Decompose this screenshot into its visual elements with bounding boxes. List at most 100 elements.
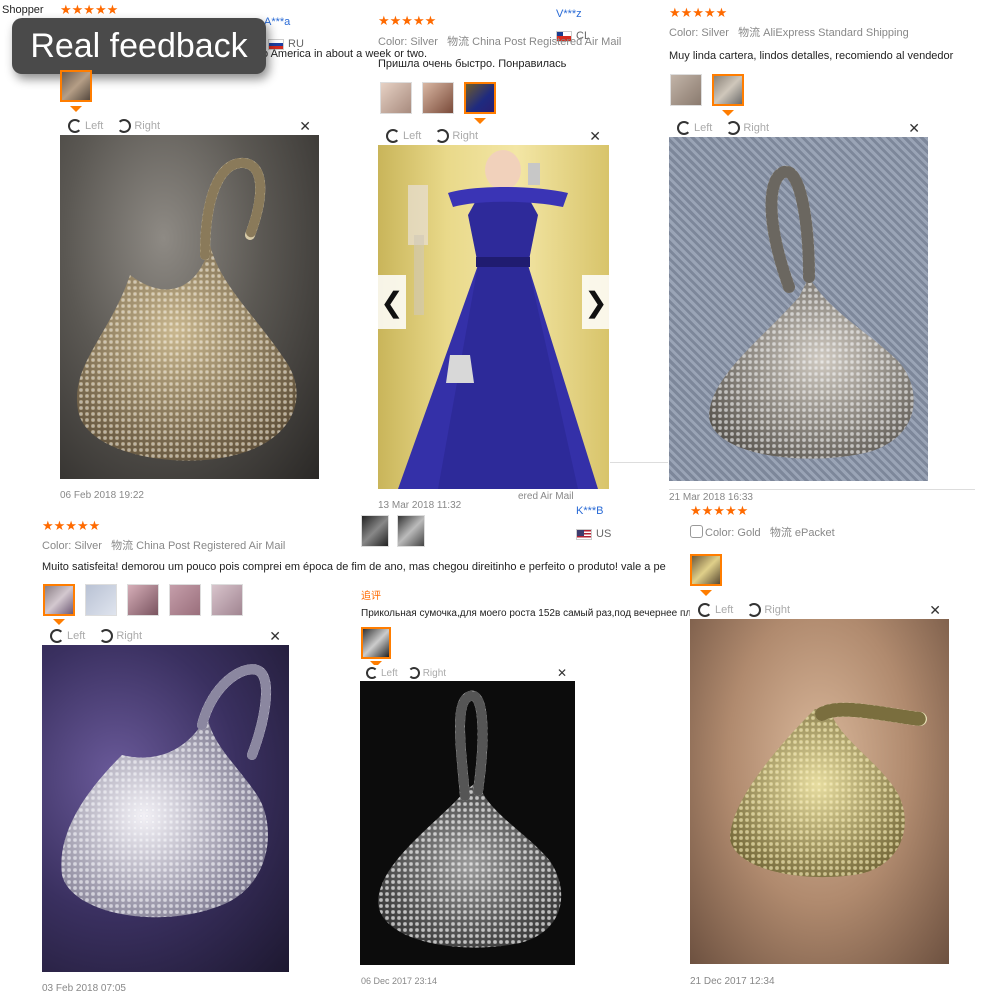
rotate-left-label[interactable]: Left [67,630,85,642]
review-meta: Color: Silver 物流 China Post Registered A… [42,540,286,552]
review-thumbnail[interactable] [361,627,391,659]
rotate-right-label[interactable]: Right [423,668,446,679]
bag-image [61,664,272,918]
rotate-right-icon[interactable] [99,629,114,643]
thumbnail-caret [474,118,486,124]
review-meta: Color: Silver 物流 China Post Registered A… [378,36,622,48]
rating-stars: ★★★★★ [42,518,101,533]
thumbnail-caret [722,110,734,116]
rotate-left-label[interactable]: Left [381,668,398,679]
rating-stars: ★★★★★ [690,503,749,518]
review-thumbnail[interactable] [670,74,702,106]
rotate-left-label[interactable]: Left [715,604,733,616]
photo-viewer: Left Right ✕ ❮ ❯ [378,127,610,489]
bag-image [709,165,914,459]
review-thumbnail[interactable] [43,584,75,616]
review-date: 06 Feb 2018 19:22 [60,490,144,501]
close-icon[interactable]: ✕ [269,628,281,645]
rotate-right-icon[interactable] [726,121,741,135]
review-date: 21 Mar 2018 16:33 [669,492,753,503]
dress-image [398,150,598,489]
rotate-right-icon[interactable] [435,129,450,143]
photo-viewer: Left Right ✕ [360,665,575,965]
photo-viewer: Left Right ✕ [42,627,289,972]
rating-stars: ★★★★★ [378,13,437,28]
viewer-toolbar: Left Right ✕ [669,119,928,137]
rotate-right-label[interactable]: Right [134,120,160,132]
review-thumbnail[interactable] [422,82,454,114]
review-thumbnail[interactable] [380,82,412,114]
real-feedback-badge: Real feedback [12,18,266,74]
bag-image [730,702,927,878]
review-thumbnail[interactable] [127,584,159,616]
rotate-left-icon[interactable] [68,119,82,133]
review-thumbnail[interactable] [464,82,496,114]
review-thumbnail[interactable] [712,74,744,106]
viewer-toolbar: Left Right ✕ [690,601,949,619]
close-icon[interactable]: ✕ [589,128,601,145]
thumbnail-caret [70,106,82,112]
review-photo [690,619,949,964]
thumbnail-caret [53,619,65,625]
review-date: 21 Dec 2017 12:34 [690,976,775,987]
rotate-left-label[interactable]: Left [403,130,421,142]
close-icon[interactable]: ✕ [299,118,311,135]
previous-photo-button[interactable]: ❮ [378,275,406,329]
review-thumbnail[interactable] [397,515,425,547]
review-text: Muy linda cartera, lindos detalles, reco… [669,50,954,62]
rotate-right-label[interactable]: Right [764,604,790,616]
review-text: Пришла очень быстро. Понравилась [378,58,567,70]
reviewer-name[interactable]: A***a [264,16,290,28]
review-meta: Color: Silver 物流 AliExpress Standard Shi… [669,27,909,39]
rotate-left-label[interactable]: Left [85,120,103,132]
review-thumbnail[interactable] [85,584,117,616]
review-date: 13 Mar 2018 11:32 [378,500,462,511]
shipping-fragment: ered Air Mail [518,491,574,502]
review-photo [669,137,928,481]
review-photo [378,145,609,489]
viewer-toolbar: Left Right ✕ [60,117,319,135]
close-icon[interactable]: ✕ [929,602,941,619]
photo-viewer: Left Right ✕ [60,117,319,479]
review-photo [360,681,575,965]
close-icon[interactable]: ✕ [557,666,567,680]
bag-image [378,690,562,948]
review-thumbnail[interactable] [60,70,92,102]
bag-image [76,158,297,461]
review-date: 03 Feb 2018 07:05 [42,983,126,994]
flag-icon [576,528,592,540]
photo-viewer: Left Right ✕ [690,601,949,964]
reviewer-name[interactable]: K***B [576,505,604,517]
rotate-right-icon[interactable] [407,667,420,679]
review-thumbnail[interactable] [169,584,201,616]
rotate-right-icon[interactable] [747,603,762,617]
shopper-label: Shopper [2,4,44,16]
rotate-left-label[interactable]: Left [694,122,712,134]
review-date: 06 Dec 2017 23:14 [361,976,438,986]
rotate-left-icon[interactable] [366,667,378,679]
thumbs-up-icon [690,525,703,538]
review-thumbnail[interactable] [361,515,389,547]
review-thumbnail[interactable] [211,584,243,616]
close-icon[interactable]: ✕ [908,120,920,137]
review-meta: Color: Gold 物流 ePacket [690,525,835,540]
rotate-left-icon[interactable] [386,129,400,143]
viewer-toolbar: Left Right ✕ [42,627,289,645]
rotate-right-label[interactable]: Right [116,630,142,642]
divider [610,462,668,463]
rotate-right-icon[interactable] [117,119,132,133]
viewer-toolbar: Left Right ✕ [360,665,575,681]
reviewer-country: US [576,528,611,540]
rotate-left-icon[interactable] [698,603,712,617]
review-photo [42,645,289,972]
review-photo [60,135,319,479]
divider [669,489,975,490]
rotate-right-label[interactable]: Right [743,122,769,134]
rotate-left-icon[interactable] [50,629,64,643]
review-text: Muito satisfeita! demorou um pouco pois … [42,561,666,573]
rotate-left-icon[interactable] [677,121,691,135]
next-photo-button[interactable]: ❯ [582,275,610,329]
reviewer-name[interactable]: V***z [556,8,582,20]
rotate-right-label[interactable]: Right [452,130,478,142]
review-thumbnail[interactable] [690,554,722,586]
